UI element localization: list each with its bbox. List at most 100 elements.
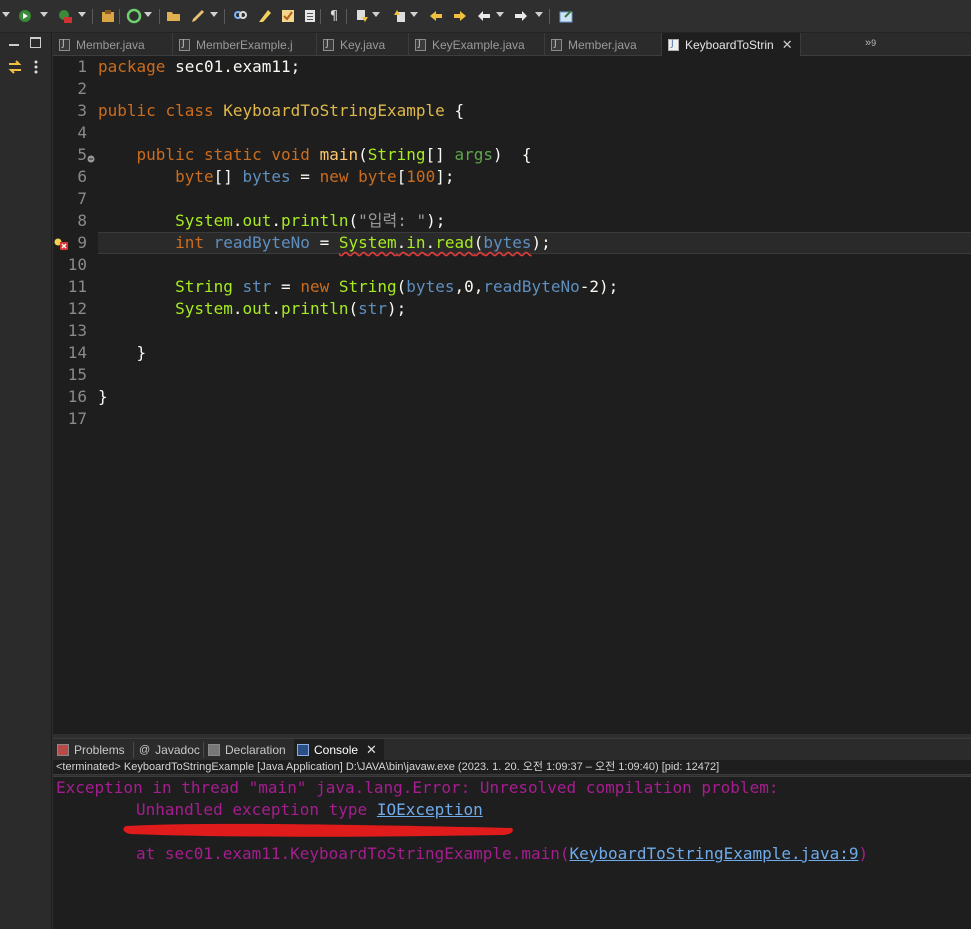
chevron-down-icon[interactable]: [410, 12, 418, 17]
chevron-down-icon[interactable]: [210, 12, 218, 17]
at-sign-icon: @: [139, 744, 151, 756]
toolbar-separator: [346, 9, 347, 24]
line-number: 15: [67, 365, 87, 384]
close-icon[interactable]: ✕: [782, 37, 793, 53]
line-number: 2: [77, 79, 87, 98]
toolbar-separator: [549, 9, 550, 24]
code-line-5: public static void main(String[] args) {: [136, 145, 532, 164]
java-file-icon: [59, 38, 70, 51]
console-icon: [297, 744, 309, 756]
task-icon[interactable]: [278, 6, 298, 26]
error-marker-icon[interactable]: [54, 237, 68, 255]
code-editor[interactable]: 1 2 3 4 5 6 7 8 9 10 11 12 13 14 15 16 1…: [53, 56, 971, 734]
line-number: 6: [77, 167, 87, 186]
line-number: 17: [67, 409, 87, 428]
code-line-9: int readByteNo = System.in.read(bytes);: [175, 233, 551, 252]
code-line-12: System.out.println(str);: [175, 299, 407, 318]
editor-tab-bar: Member.java MemberExample.j Key.java Key…: [53, 33, 971, 56]
main-toolbar: ¶: [0, 0, 971, 33]
ioexception-link[interactable]: IOException: [377, 800, 483, 819]
line-number: 14: [67, 343, 87, 362]
tab-separator: [203, 742, 204, 758]
java-file-icon: [668, 38, 679, 51]
toolbar-separator: [119, 9, 120, 24]
collapse-icon[interactable]: [87, 150, 95, 168]
toolbar-separator: [159, 9, 160, 24]
chevron-down-icon[interactable]: [40, 12, 48, 17]
chevron-down-icon[interactable]: [144, 12, 152, 17]
line-number: 7: [77, 189, 87, 208]
toolbar-separator: [320, 9, 321, 24]
console-line: Unhandled exception type IOException: [136, 800, 483, 819]
line-number: 16: [67, 387, 87, 406]
new-package-icon[interactable]: [98, 6, 118, 26]
toolbar-separator: [224, 9, 225, 24]
code-line-1: package sec01.exam11;: [98, 57, 301, 76]
problems-icon: [57, 744, 69, 756]
sync-icon[interactable]: [7, 59, 23, 78]
java-file-icon: [415, 38, 426, 51]
code-line-8: System.out.println("입력: ");: [175, 211, 446, 230]
close-icon[interactable]: ✕: [366, 742, 377, 758]
forward-icon[interactable]: [450, 6, 470, 26]
chevron-down-icon[interactable]: [535, 12, 543, 17]
run-icon[interactable]: [16, 6, 36, 26]
minimize-icon[interactable]: [9, 37, 19, 51]
tab-javadoc[interactable]: @ Javadoc: [139, 739, 203, 761]
toolbar-separator: [92, 9, 93, 24]
code-line-14: }: [136, 343, 147, 362]
tab-problems[interactable]: Problems: [57, 739, 131, 761]
tab-console[interactable]: Console ✕: [294, 739, 384, 761]
chevron-down-icon[interactable]: [2, 12, 10, 17]
editor-tab[interactable]: Key.java: [317, 33, 409, 56]
right-arrow-icon[interactable]: [511, 6, 531, 26]
chevron-down-icon[interactable]: [496, 12, 504, 17]
code-line-3: public class KeyboardToStringExample {: [98, 101, 465, 120]
code-line-16: }: [98, 387, 108, 406]
console-status-line: <terminated> KeyboardToStringExample [Ja…: [53, 760, 971, 775]
editor-tab[interactable]: Member.java: [545, 33, 662, 56]
highlight-icon[interactable]: [255, 6, 275, 26]
share-icon[interactable]: [556, 6, 576, 26]
search-icon[interactable]: [230, 6, 250, 26]
debug-icon[interactable]: [55, 6, 75, 26]
left-side-strip: [0, 33, 52, 929]
tab-declaration[interactable]: Declaration: [208, 739, 293, 761]
java-file-icon: [323, 38, 334, 51]
left-arrow-icon[interactable]: [474, 6, 494, 26]
chevron-down-icon[interactable]: [372, 12, 380, 17]
pilcrow-icon[interactable]: ¶: [324, 6, 344, 26]
declaration-icon: [208, 744, 220, 756]
line-number: 1: [77, 57, 87, 76]
editor-tab[interactable]: Member.java: [53, 33, 173, 56]
line-number: 10: [67, 255, 87, 274]
line-number: 11: [67, 277, 87, 296]
red-underline-annotation: [123, 823, 513, 837]
chevron-down-icon[interactable]: [78, 12, 86, 17]
line-number: 13: [67, 321, 87, 340]
maximize-icon[interactable]: [30, 37, 41, 51]
tab-separator: [133, 742, 134, 758]
stacktrace-link[interactable]: KeyboardToStringExample.java:9: [569, 844, 858, 863]
bottom-panel-tabs: Problems @ Javadoc Declaration Console ✕: [53, 738, 971, 761]
code-line-11: String str = new String(bytes,0,readByte…: [175, 277, 619, 296]
editor-tab[interactable]: MemberExample.j: [173, 33, 317, 56]
pen-icon[interactable]: [188, 6, 208, 26]
editor-tab-active[interactable]: KeyboardToStrin✕: [662, 33, 801, 56]
java-file-icon: [551, 38, 562, 51]
line-number: 8: [77, 211, 87, 230]
console-line: at sec01.exam11.KeyboardToStringExample.…: [136, 844, 869, 863]
line-number: 12: [67, 299, 87, 318]
console-output[interactable]: Exception in thread "main" java.lang.Err…: [53, 776, 971, 929]
open-folder-icon[interactable]: [164, 6, 184, 26]
editor-tab[interactable]: KeyExample.java: [409, 33, 545, 56]
prev-annotation-icon[interactable]: [390, 6, 410, 26]
line-number: 3: [77, 101, 87, 120]
next-annotation-icon[interactable]: [352, 6, 372, 26]
back-icon[interactable]: [426, 6, 446, 26]
refresh-icon[interactable]: [124, 6, 144, 26]
more-options-icon[interactable]: [33, 59, 39, 78]
tab-overflow-button[interactable]: »9: [865, 37, 876, 49]
outline-icon[interactable]: [300, 6, 320, 26]
line-number: 5: [77, 145, 87, 164]
